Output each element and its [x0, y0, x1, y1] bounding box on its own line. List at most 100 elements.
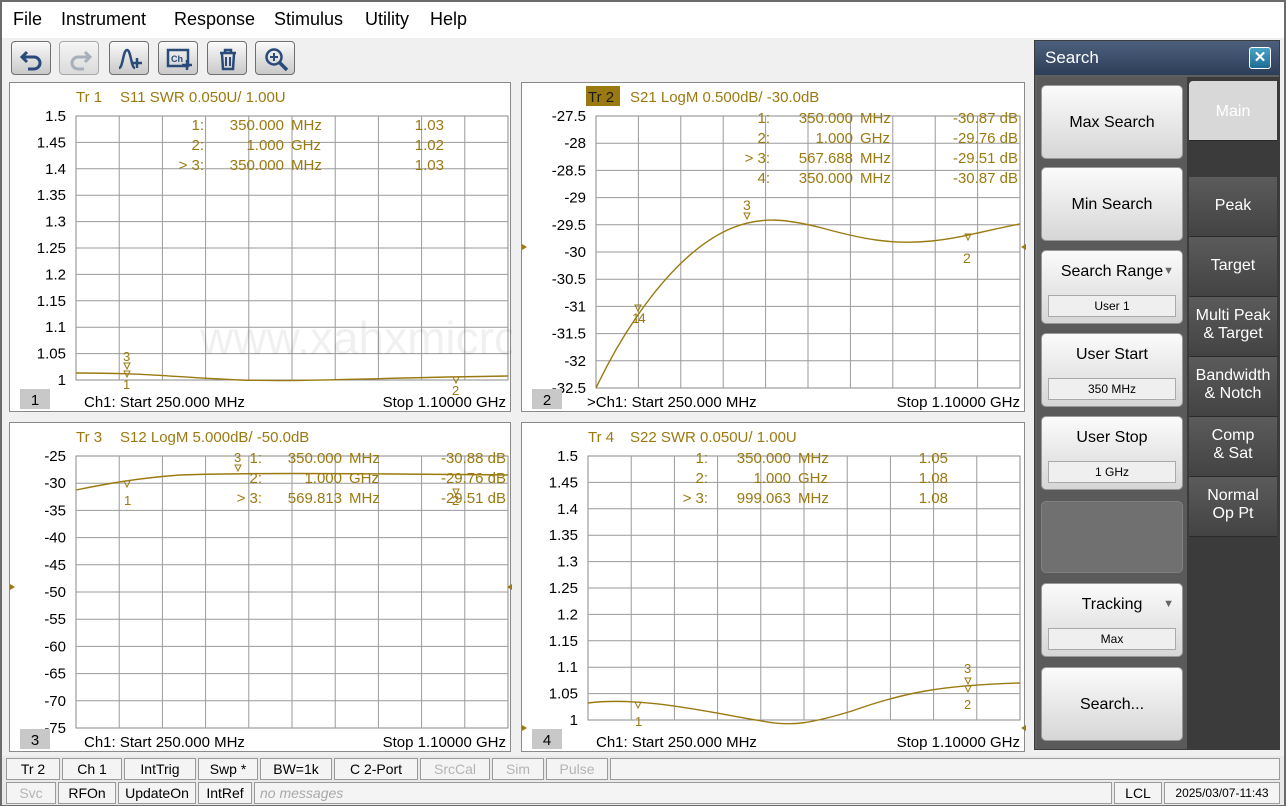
marker-value: -30.88 dB [441, 450, 506, 467]
close-icon[interactable]: ✕ [1249, 47, 1271, 69]
max-search-label: Max Search [1069, 114, 1155, 131]
status-trace[interactable]: Tr 2 [6, 758, 60, 780]
status-datetime: 2025/03/07-11:43 [1164, 782, 1280, 804]
menu-utility[interactable]: Utility [365, 9, 409, 30]
status-pulse[interactable]: Pulse [546, 758, 608, 780]
search-button-column: Max Search Min Search Search Range ▼ Use… [1037, 77, 1187, 749]
stop-frequency: Stop 1.10000 GHz [383, 734, 506, 751]
y-tick-label: -55 [44, 611, 66, 628]
tab-label: Peak [1214, 197, 1252, 214]
search-more-button[interactable]: Search... [1041, 667, 1183, 741]
trace-window-1[interactable]: Tr 1 S11 SWR 0.050U/ 1.00U 1.5 1.45 1.4 1.3… [9, 82, 512, 412]
status-update-on[interactable]: UpdateOn [118, 782, 196, 804]
marker-triangle-icon [964, 685, 972, 694]
y-tick-label: 1.5 [45, 108, 66, 125]
menu-help[interactable]: Help [430, 9, 467, 30]
marker-unit: MHz [349, 450, 380, 467]
min-search-button[interactable]: Min Search [1041, 167, 1183, 241]
status-sweep[interactable]: Swp * [198, 758, 258, 780]
tab-label: Main [1215, 103, 1251, 120]
status-calibration[interactable]: C 2-Port [334, 758, 418, 780]
tab-normal-op-pt[interactable]: Normal Op Pt [1189, 477, 1277, 537]
status-trigger[interactable]: IntTrig [124, 758, 196, 780]
trace-window-4[interactable]: Tr 4 S22 SWR 0.050U/ 1.00U 1.5 1.45 1.4 1.3… [521, 422, 1026, 752]
y-tick-label: 1.4 [45, 161, 66, 178]
start-frequency: >Ch1: Start 250.000 MHz [587, 394, 757, 411]
tab-multi-peak-target[interactable]: Multi Peak & Target [1189, 297, 1277, 357]
window-number: 1 [31, 392, 39, 409]
marker-triangle-icon [234, 464, 242, 473]
add-trace-icon [118, 48, 142, 70]
marker-unit: MHz [860, 110, 891, 127]
zoom-icon [265, 48, 289, 72]
marker-value: -29.51 dB [953, 150, 1018, 167]
marker-index: 2: [249, 470, 262, 487]
status-bandwidth[interactable]: BW=1k [260, 758, 332, 780]
y-tick-label: 1.2 [45, 266, 66, 283]
menu-file[interactable]: File [13, 9, 42, 30]
marker-index: 1: [191, 117, 204, 134]
y-tick-label: -30.5 [552, 271, 586, 288]
add-channel-button[interactable]: Ch [158, 41, 198, 75]
marker-index: 1: [757, 110, 770, 127]
status-int-ref[interactable]: IntRef [198, 782, 252, 804]
start-frequency: Ch1: Start 250.000 MHz [84, 394, 245, 411]
tab-comp-sat[interactable]: Comp & Sat [1189, 417, 1277, 477]
user-start-label: User Start [1075, 346, 1148, 363]
y-tick-label: 1.35 [549, 527, 578, 544]
start-frequency: Ch1: Start 250.000 MHz [596, 734, 757, 751]
menu-stimulus[interactable]: Stimulus [274, 9, 343, 30]
status-empty [610, 758, 1280, 780]
menu-instrument[interactable]: Instrument [61, 9, 146, 30]
start-frequency: Ch1: Start 250.000 MHz [84, 734, 245, 751]
window-number: 4 [543, 732, 551, 749]
y-tick-label: -60 [44, 638, 66, 655]
max-search-button[interactable]: Max Search [1041, 85, 1183, 159]
dropdown-arrow-icon: ▼ [1163, 598, 1174, 610]
marker-unit: MHz [860, 170, 891, 187]
tab-label: Normal [1207, 487, 1259, 504]
status-messages: no messages [254, 782, 1112, 804]
tab-target[interactable]: Target [1189, 237, 1277, 297]
add-trace-button[interactable] [109, 41, 149, 75]
delete-icon [220, 48, 236, 71]
status-srccal[interactable]: SrcCal [420, 758, 490, 780]
trace-header: S12 LogM 5.000dB/ -50.0dB [120, 429, 309, 446]
trace-header: S21 LogM 0.500dB/ -30.0dB [630, 89, 819, 106]
trace-window-2[interactable]: Tr 2 S21 LogM 0.500dB/ -30.0dB -27.5 -28 -… [521, 82, 1026, 412]
blank-softkey [1041, 501, 1183, 573]
y-tick-label: 1.05 [549, 686, 578, 703]
status-service[interactable]: Svc [6, 782, 56, 804]
marker-unit: MHz [798, 450, 829, 467]
zoom-button[interactable] [255, 41, 295, 75]
user-stop-button[interactable]: User Stop 1 GHz [1041, 416, 1183, 490]
search-range-button[interactable]: Search Range ▼ User 1 [1041, 250, 1183, 324]
tab-bandwidth-notch[interactable]: Bandwidth & Notch [1189, 357, 1277, 417]
y-tick-label: -28.5 [552, 162, 586, 179]
y-tick-label: 1.3 [557, 554, 578, 571]
tracking-button[interactable]: Tracking ▼ Max [1041, 583, 1183, 657]
marker-frequency: 1.000 [753, 470, 791, 487]
tab-peak[interactable]: Peak [1189, 177, 1277, 237]
status-channel[interactable]: Ch 1 [62, 758, 122, 780]
marker-triangle-icon [964, 677, 972, 686]
y-tick-label: 1.45 [37, 134, 66, 151]
y-tick-label: 1.15 [37, 293, 66, 310]
status-sim[interactable]: Sim [492, 758, 544, 780]
redo-button[interactable] [59, 41, 99, 75]
trace-number-label: Tr 1 [76, 89, 102, 106]
trace-window-3[interactable]: Tr 3 S12 LogM 5.000dB/ -50.0dB -25 -30 -35… [9, 422, 512, 752]
marker-value: 1.03 [415, 117, 444, 134]
search-panel: Search ✕ Max Search Min Search Search Ra… [1034, 40, 1280, 750]
undo-button[interactable] [11, 41, 51, 75]
min-search-label: Min Search [1071, 196, 1153, 213]
delete-button[interactable] [207, 41, 247, 75]
trace-header: S22 SWR 0.050U/ 1.00U [630, 429, 797, 446]
user-start-button[interactable]: User Start 350 MHz [1041, 333, 1183, 407]
marker-frequency: 1.000 [815, 130, 853, 147]
status-rf-on[interactable]: RFOn [58, 782, 116, 804]
reference-level-arrow-icon [522, 725, 1026, 731]
tab-main[interactable]: Main [1189, 81, 1277, 141]
marker-frequency: 350.000 [288, 450, 342, 467]
menu-response[interactable]: Response [174, 9, 255, 30]
